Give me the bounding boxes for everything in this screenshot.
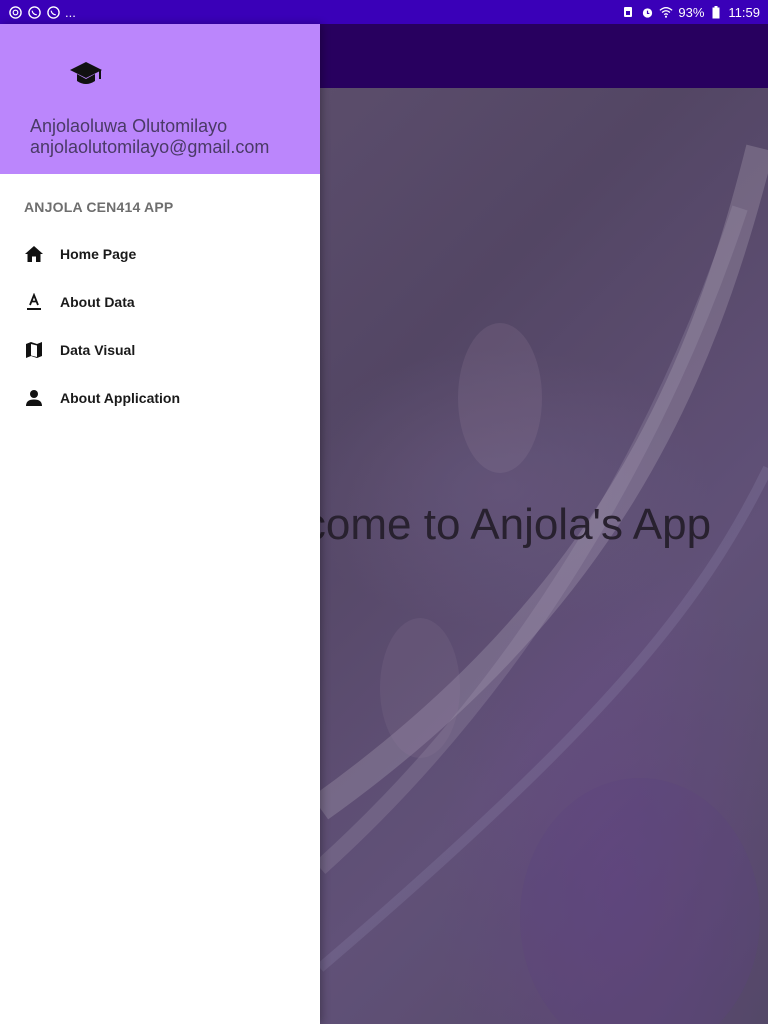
text-format-icon [24, 292, 44, 312]
whatsapp-icon [46, 5, 60, 19]
drawer-menu: Home Page About Data Data Visual About A… [0, 230, 320, 422]
status-bar-system: 93% 11:59 [621, 5, 760, 20]
drawer-section-title: ANJOLA CEN414 APP [24, 199, 174, 215]
home-icon [24, 244, 44, 264]
whatsapp-icon [27, 5, 41, 19]
menu-item-home-page[interactable]: Home Page [0, 230, 320, 278]
graduation-cap-icon [68, 58, 104, 90]
battery-icon [709, 5, 723, 19]
more-notifications: ... [65, 4, 76, 20]
menu-item-label: About Data [60, 294, 135, 310]
person-icon [24, 388, 44, 408]
clock: 11:59 [728, 4, 760, 20]
user-email: anjolaolutomilayo@gmail.com [30, 137, 270, 157]
status-bar-notifications: ... [8, 5, 76, 20]
status-bar: ... 93% 11:59 [0, 0, 768, 24]
menu-item-label: Data Visual [60, 342, 136, 358]
app-notification-icon [8, 5, 22, 19]
menu-item-label: Home Page [60, 246, 137, 262]
menu-item-data-visual[interactable]: Data Visual [0, 326, 320, 374]
menu-item-label: About Application [60, 390, 181, 406]
user-name: Anjolaoluwa Olutomilayo [30, 116, 228, 136]
battery-percent: 93% [678, 4, 705, 20]
sim-icon [621, 5, 635, 19]
map-icon [24, 340, 44, 360]
wifi-icon [659, 5, 673, 19]
menu-item-about-application[interactable]: About Application [0, 374, 320, 422]
navigation-drawer: Anjolaoluwa Olutomilayo anjolaolutomilay… [0, 24, 320, 1024]
alarm-icon [640, 5, 654, 19]
drawer-header: Anjolaoluwa Olutomilayo anjolaolutomilay… [0, 24, 320, 174]
menu-item-about-data[interactable]: About Data [0, 278, 320, 326]
